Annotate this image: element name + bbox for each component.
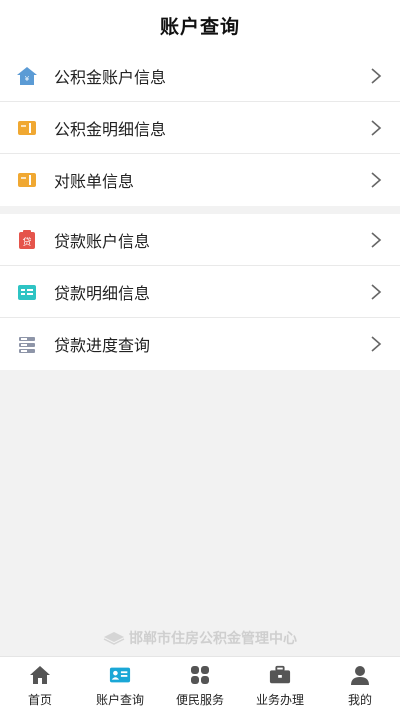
row-loan-detail-info[interactable]: 贷款明细信息 (0, 266, 400, 318)
row-label: 贷款进度查询 (54, 336, 151, 355)
top-header: 账户查询 (0, 0, 400, 50)
bottom-tab-bar: 首页 账户查询 便民服务 业务办理 我的 (0, 656, 400, 710)
svg-text:¥: ¥ (25, 75, 30, 83)
tab-label: 便民服务 (175, 693, 224, 707)
tab-label: 账户查询 (95, 693, 144, 707)
tab-convenience-services[interactable]: 便民服务 (160, 657, 240, 710)
house-icon: ¥ (16, 65, 38, 87)
page-title: 账户查询 (159, 15, 240, 38)
row-loan-account-info[interactable]: 贷 贷款账户信息 (0, 214, 400, 266)
org-watermark: 邯郸市住房公积金管理中心 (0, 626, 400, 650)
account-card-icon (109, 664, 131, 686)
briefcase-icon (269, 664, 291, 686)
tab-mine[interactable]: 我的 (320, 657, 400, 710)
progress-icon (16, 333, 38, 355)
tab-business-handling[interactable]: 业务办理 (240, 657, 320, 710)
tab-home[interactable]: 首页 (0, 657, 80, 710)
tab-label: 我的 (347, 693, 372, 707)
chevron-right-icon (364, 116, 388, 140)
home-icon (29, 664, 51, 686)
grid-icon (189, 664, 211, 686)
row-fund-detail-info[interactable]: 公积金明细信息 (0, 102, 400, 154)
org-name: 邯郸市住房公积金管理中心 (129, 631, 297, 647)
user-icon (349, 664, 371, 686)
loan-detail-icon (16, 281, 38, 303)
chevron-right-icon (364, 332, 388, 356)
chevron-right-icon (364, 64, 388, 88)
row-label: 贷款明细信息 (54, 283, 151, 303)
row-loan-progress-query[interactable]: 贷款进度查询 (0, 318, 400, 370)
detail-card-icon (16, 117, 38, 139)
tab-label: 首页 (27, 693, 52, 707)
row-label: 公积金账户信息 (54, 67, 167, 87)
row-label: 贷款账户信息 (54, 231, 151, 251)
loan-info-group: 贷 贷款账户信息 贷款明细信息 贷款进度查询 (0, 214, 400, 370)
loan-account-icon: 贷 (16, 229, 38, 251)
statement-icon (16, 169, 38, 191)
row-fund-account-info[interactable]: ¥ 公积金账户信息 (0, 50, 400, 102)
tab-label: 业务办理 (255, 693, 304, 707)
row-label: 对账单信息 (54, 172, 135, 191)
svg-text:贷: 贷 (22, 236, 31, 248)
tab-account-query[interactable]: 账户查询 (80, 657, 160, 710)
row-label: 公积金明细信息 (54, 119, 167, 139)
chevron-right-icon (364, 280, 388, 304)
chevron-right-icon (364, 228, 388, 252)
org-logo-icon (103, 632, 125, 645)
row-statement-info[interactable]: 对账单信息 (0, 154, 400, 206)
account-info-group: ¥ 公积金账户信息 公积金明细信息 对账单信息 (0, 50, 400, 206)
chevron-right-icon (364, 168, 388, 192)
